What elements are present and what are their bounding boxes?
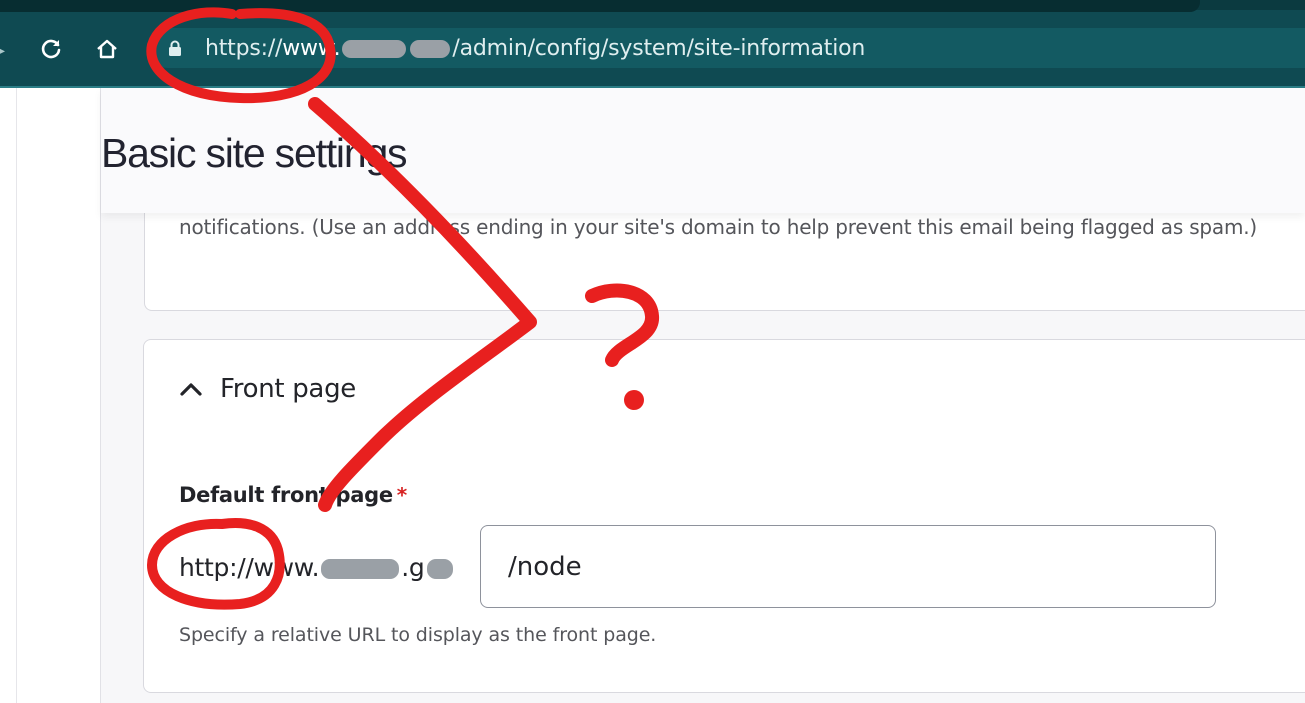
reload-button[interactable]: [36, 34, 66, 64]
page-title: Basic site settings: [101, 130, 408, 176]
default-front-page-input[interactable]: [480, 525, 1216, 608]
url-scheme: https://: [205, 36, 283, 61]
front-page-url-prefix: http://www. .g: [179, 553, 455, 582]
front-page-toggle[interactable]: Front page: [178, 374, 356, 404]
lock-icon[interactable]: [168, 40, 182, 56]
redacted-blob: [426, 559, 453, 579]
front-page-details: Front page Default front page * http://ww…: [143, 339, 1305, 693]
required-marker: *: [396, 483, 407, 507]
tab-strip: [0, 0, 1305, 12]
sticky-page-header: Basic site settings: [101, 88, 1305, 213]
browser-toolbar: ▸ https://www. /admin/config/system/site-…: [0, 12, 1305, 86]
prefix-start: http://www.: [179, 553, 320, 582]
url-host: www.: [282, 36, 341, 61]
default-front-page-label-text: Default front page: [179, 483, 393, 507]
address-bar[interactable]: https://www. /admin/config/system/site-in…: [148, 28, 1305, 68]
admin-sidebar: [0, 88, 101, 703]
reload-icon: [41, 39, 61, 59]
email-description: notifications. (Use an address ending in…: [179, 215, 1258, 239]
url-path: /admin/config/system/site-information: [452, 36, 866, 61]
forward-arrow-icon[interactable]: ▸: [0, 40, 5, 61]
redacted-blob: [342, 40, 407, 58]
home-button[interactable]: [92, 34, 122, 64]
chevron-up-icon: [180, 383, 202, 396]
redacted-blob: [410, 40, 451, 58]
url-text[interactable]: https://www. /admin/config/system/site-in…: [205, 36, 865, 61]
redacted-blob: [321, 559, 400, 579]
home-icon: [97, 39, 117, 59]
browser-chrome: ▸ https://www. /admin/config/system/site-…: [0, 0, 1305, 88]
prefix-end: .g: [401, 553, 425, 582]
front-page-help-text: Specify a relative URL to display as the…: [179, 624, 657, 646]
tab-strip-edge: [0, 0, 1200, 12]
front-page-summary: Front page: [220, 374, 356, 404]
default-front-page-label: Default front page *: [179, 483, 407, 507]
